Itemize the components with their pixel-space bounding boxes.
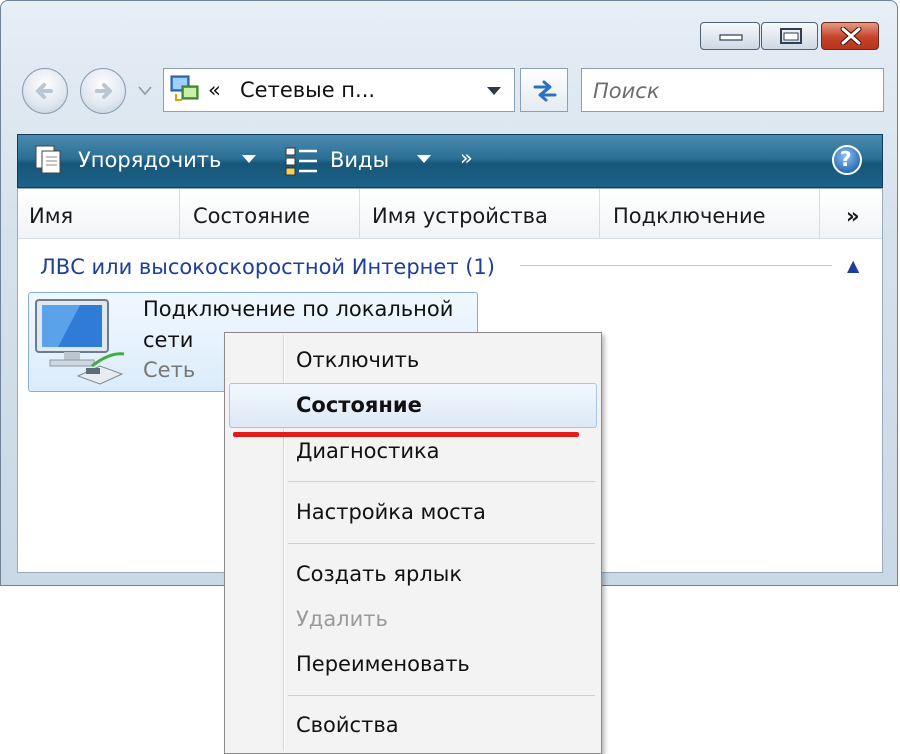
- menu-item-disable[interactable]: Отключить: [296, 348, 419, 372]
- group-divider: [520, 265, 832, 266]
- organize-dropdown-icon[interactable]: [242, 155, 256, 163]
- menu-item-delete: Удалить: [296, 607, 388, 631]
- menu-item-rename[interactable]: Переименовать: [296, 652, 470, 676]
- menu-item-create-shortcut[interactable]: Создать ярлык: [296, 562, 462, 586]
- column-label-name: Имя: [29, 204, 74, 228]
- address-dropdown-icon[interactable]: [486, 86, 502, 96]
- menu-item-bridge[interactable]: Настройка моста: [296, 500, 486, 524]
- network-adapter-icon: [35, 299, 125, 385]
- forward-button[interactable]: [80, 68, 126, 114]
- minimize-icon: [719, 34, 743, 41]
- views-dropdown-icon[interactable]: [417, 155, 431, 163]
- forward-arrow-icon: [95, 83, 112, 99]
- item-name-continued: сети: [143, 328, 194, 352]
- column-label-device: Имя устройства: [372, 204, 548, 228]
- back-button[interactable]: [22, 68, 68, 114]
- back-arrow-icon: [36, 83, 53, 99]
- item-name: Подключение по локальной: [143, 297, 454, 321]
- collapse-group-icon[interactable]: ▲: [847, 256, 859, 275]
- help-button[interactable]: ?: [832, 145, 862, 175]
- menu-separator: [288, 481, 595, 482]
- search-placeholder: Поиск: [593, 79, 660, 103]
- item-subtitle: Сеть: [143, 358, 196, 382]
- menu-item-diagnose[interactable]: Диагностика: [296, 439, 440, 463]
- views-icon: [285, 147, 317, 176]
- menu-item-properties[interactable]: Свойства: [296, 713, 399, 737]
- toolbar-overflow-button[interactable]: »: [460, 146, 473, 170]
- menu-separator: [288, 543, 595, 544]
- maximize-icon: [780, 28, 802, 44]
- minimize-button[interactable]: [700, 22, 760, 50]
- group-title[interactable]: ЛВС или высокоскоростной Интернет (1): [40, 255, 495, 279]
- refresh-icon: [533, 80, 557, 102]
- maximize-button[interactable]: [761, 22, 818, 50]
- column-label-status: Состояние: [193, 204, 311, 228]
- organize-button[interactable]: Упорядочить: [78, 148, 221, 172]
- annotation-underline: [233, 432, 579, 437]
- views-button[interactable]: Виды: [330, 148, 389, 172]
- close-button[interactable]: [821, 22, 879, 50]
- column-overflow-icon[interactable]: »: [846, 204, 860, 228]
- refresh-button[interactable]: [520, 68, 568, 112]
- menu-item-status[interactable]: Состояние: [296, 393, 422, 417]
- history-dropdown-icon[interactable]: [138, 86, 152, 96]
- help-icon: ?: [840, 147, 852, 171]
- address-overflow[interactable]: «: [208, 78, 221, 102]
- menu-separator: [288, 695, 595, 696]
- column-label-connection: Подключение: [613, 204, 766, 228]
- network-folder-icon: [170, 75, 199, 101]
- address-path[interactable]: Сетевые п...: [240, 78, 375, 102]
- close-icon: [840, 27, 862, 45]
- organize-icon: [35, 145, 61, 174]
